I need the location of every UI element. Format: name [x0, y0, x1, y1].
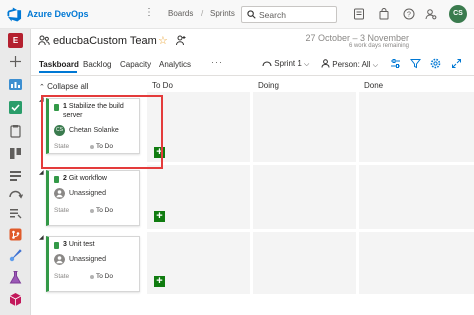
column-header-done: Done [364, 81, 384, 90]
card-title[interactable]: 2 Git workflow [63, 174, 139, 183]
work-item-card[interactable]: 2 Git workflow Unassigned State To Do [46, 170, 140, 226]
queries-icon[interactable] [8, 206, 23, 221]
card-state-label: State [54, 207, 70, 214]
card-assignee[interactable]: Unassigned [69, 190, 106, 197]
tabs-divider [31, 75, 474, 76]
user-settings-icon[interactable] [425, 8, 437, 20]
person-icon [321, 59, 330, 68]
sprint-selector[interactable]: Sprint 1 ⌵ [262, 59, 309, 69]
card-state-label: State [54, 273, 70, 280]
person-filter-label: Person: All [332, 60, 371, 69]
tab-capacity[interactable]: Capacity [120, 60, 151, 69]
help-icon[interactable]: ? [403, 8, 415, 20]
search-placeholder: Search [259, 10, 286, 20]
work-items-icon[interactable] [8, 124, 23, 139]
fullscreen-icon[interactable] [451, 58, 462, 69]
team-name[interactable]: educbaCustom Team [53, 35, 157, 47]
work-item-card[interactable]: 3 Unit test Unassigned State To Do [46, 236, 140, 292]
chevron-up-icon: ⌃ [39, 84, 45, 91]
favorite-star-icon[interactable]: ☆ [158, 34, 168, 47]
gear-icon[interactable] [430, 58, 441, 69]
column-header-todo: To Do [152, 81, 173, 90]
sprints-icon[interactable] [8, 186, 23, 201]
shopping-bag-icon[interactable] [378, 8, 390, 20]
artifacts-icon[interactable] [8, 292, 23, 307]
card-id: 3 [63, 241, 67, 248]
breadcrumb-boards[interactable]: Boards [168, 9, 193, 18]
card-assignee[interactable]: Unassigned [69, 256, 106, 263]
board-cell-doing [253, 232, 356, 294]
active-tab-indicator [39, 71, 77, 73]
board-cell-done [359, 92, 474, 162]
board-cell-done [359, 165, 474, 229]
person-filter[interactable]: Person: All ⌵ [321, 59, 378, 70]
collapse-all-button[interactable]: ⌃ Collapse all [39, 82, 88, 91]
breadcrumb-separator: / [201, 9, 204, 18]
left-navigation-rail: E [0, 29, 31, 315]
test-plans-icon[interactable] [8, 270, 23, 285]
sprint-selector-label: Sprint 1 [274, 59, 302, 68]
tab-taskboard[interactable]: Taskboard [39, 60, 79, 69]
sprint-icon [262, 61, 272, 67]
work-days-remaining: 6 work days remaining [348, 43, 409, 49]
tab-backlog[interactable]: Backlog [83, 60, 111, 69]
boards-icon[interactable] [8, 100, 23, 115]
user-avatar[interactable]: CS [449, 5, 467, 23]
card-title[interactable]: 3 Unit test [63, 240, 139, 249]
unassigned-avatar-icon [54, 188, 65, 199]
brand-name[interactable]: Azure DevOps [27, 9, 89, 19]
azure-devops-logo[interactable] [7, 7, 22, 22]
add-icon[interactable] [8, 54, 23, 69]
board-icon[interactable] [8, 146, 23, 161]
collapse-all-label: Collapse all [47, 82, 89, 91]
chevron-down-icon: ⌵ [372, 62, 379, 69]
search-input[interactable]: Search [241, 6, 337, 23]
add-task-button[interactable]: + [154, 276, 165, 287]
top-bar: Azure DevOps ⋮ Boards / Sprints Search ?… [0, 0, 474, 29]
user-story-icon [54, 242, 59, 249]
highlight-box [41, 95, 163, 169]
card-title-text: Unit test [68, 241, 95, 248]
add-task-button[interactable]: + [154, 211, 165, 222]
card-state-value[interactable]: To Do [96, 273, 113, 280]
state-dot [90, 209, 94, 213]
chevron-down-icon[interactable]: ⌵ [144, 37, 150, 47]
column-header-doing: Doing [258, 81, 279, 90]
overview-icon[interactable] [8, 77, 23, 92]
breadcrumb-sprints[interactable]: Sprints [210, 9, 235, 18]
sprint-date-range: 27 October – 3 November [305, 33, 409, 43]
project-icon[interactable]: E [8, 33, 23, 48]
team-icon [38, 35, 50, 46]
user-story-icon [54, 176, 59, 183]
settings-sliders-icon[interactable] [390, 58, 401, 69]
team-members-icon[interactable] [175, 35, 186, 46]
pipelines-icon[interactable] [8, 248, 23, 263]
more-actions-button[interactable]: ··· [211, 57, 223, 67]
card-id: 2 [63, 175, 67, 182]
card-title-text: Git workflow [68, 175, 107, 182]
card-state-value[interactable]: To Do [96, 207, 113, 214]
unassigned-avatar-icon [54, 254, 65, 265]
board-cell-doing [253, 92, 356, 162]
filter-icon[interactable] [410, 58, 421, 69]
row-collapse-toggle[interactable]: ◢ [39, 234, 44, 241]
backlogs-icon[interactable] [8, 168, 23, 183]
repos-icon[interactable] [8, 227, 23, 242]
state-dot [90, 275, 94, 279]
svg-text:?: ? [407, 12, 411, 19]
board-cell-done [359, 232, 474, 294]
task-list-icon[interactable] [353, 8, 365, 20]
chevron-down-icon: ⌵ [304, 61, 310, 68]
row-collapse-toggle[interactable]: ◢ [39, 169, 44, 176]
more-icon[interactable]: ⋮ [144, 7, 154, 18]
search-icon [247, 10, 256, 19]
tab-analytics[interactable]: Analytics [159, 60, 191, 69]
board-cell-doing [253, 165, 356, 229]
